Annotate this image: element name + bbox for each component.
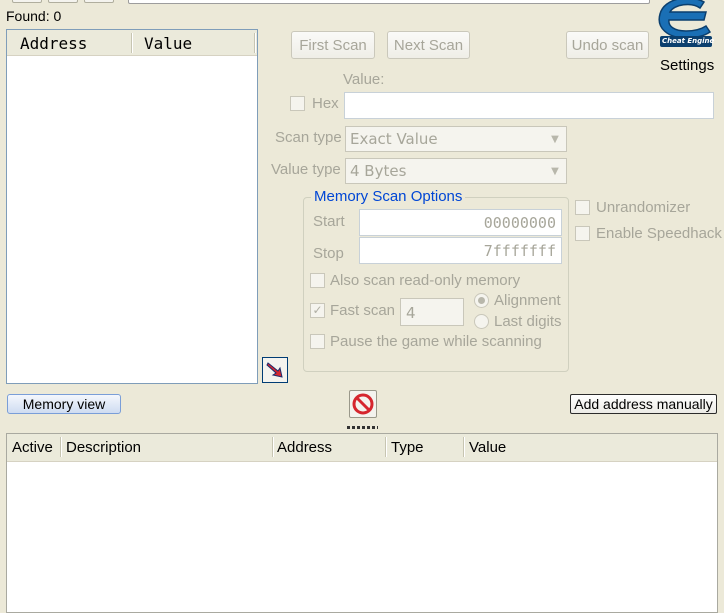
stop-address-input[interactable]: 7fffffff	[359, 237, 562, 264]
scan-readonly-checkbox[interactable]	[310, 273, 325, 288]
splitter-grip[interactable]	[347, 426, 378, 429]
cheat-engine-logo[interactable]: Cheat Engine	[652, 0, 718, 50]
pause-game-checkbox[interactable]	[310, 334, 325, 349]
hex-checkbox[interactable]	[290, 96, 305, 111]
cheat-table-header: Active Description Address Type Value	[7, 434, 717, 462]
alignment-radio[interactable]	[474, 293, 489, 308]
toolbar-open-button[interactable]	[12, 0, 42, 3]
chevron-down-icon: ▼	[551, 165, 559, 177]
found-count: Found: 0	[6, 8, 62, 24]
stop-address-value: 7fffffff	[483, 242, 556, 260]
fast-scan-label: Fast scan	[330, 302, 396, 319]
chevron-down-icon: ▼	[551, 133, 559, 145]
cheat-table-list[interactable]: Active Description Address Type Value	[6, 433, 718, 613]
start-address-value: 00000000	[483, 214, 556, 232]
arrow-down-right-icon	[266, 362, 283, 378]
no-entry-icon	[352, 393, 374, 415]
fast-scan-alignment-input[interactable]: 4	[400, 298, 464, 326]
unrandomizer-checkbox[interactable]	[575, 200, 590, 215]
column-header-active[interactable]: Active	[12, 439, 53, 456]
clear-list-button[interactable]	[349, 390, 377, 418]
value-input[interactable]	[344, 92, 714, 119]
column-header-value[interactable]: Value	[144, 34, 192, 53]
value-label: Value:	[343, 71, 385, 88]
add-address-manually-button[interactable]: Add address manually	[570, 394, 717, 414]
last-digits-radio[interactable]	[474, 314, 489, 329]
found-address-list[interactable]: Address Value	[6, 29, 258, 384]
start-address-input[interactable]: 00000000	[359, 209, 562, 236]
value-type-select[interactable]: 4 Bytes ▼	[345, 158, 567, 184]
fast-scan-checkbox[interactable]: ✓	[310, 303, 325, 318]
add-to-list-button[interactable]	[262, 357, 288, 383]
column-header-address[interactable]: Address	[277, 439, 332, 456]
enable-speedhack-label: Enable Speedhack	[596, 225, 722, 242]
column-header-description[interactable]: Description	[66, 439, 141, 456]
memory-view-button[interactable]: Memory view	[7, 394, 121, 414]
unrandomizer-label: Unrandomizer	[596, 199, 691, 216]
found-list-header: Address Value	[7, 30, 257, 56]
value-type-label: Value type	[271, 161, 341, 178]
enable-speedhack-checkbox[interactable]	[575, 226, 590, 241]
scan-type-select[interactable]: Exact Value ▼	[345, 126, 567, 152]
scan-readonly-label: Also scan read-only memory	[330, 272, 521, 289]
next-scan-button[interactable]: Next Scan	[387, 31, 470, 59]
alignment-label: Alignment	[494, 292, 561, 309]
scan-progress-bar	[128, 0, 650, 4]
pause-game-label: Pause the game while scanning	[330, 333, 542, 350]
fast-scan-alignment-value: 4	[406, 304, 416, 322]
column-header-value[interactable]: Value	[469, 439, 506, 456]
memory-scan-options-title: Memory Scan Options	[311, 188, 466, 205]
toolbar-save-button[interactable]	[48, 0, 78, 3]
logo-text: Cheat Engine	[662, 37, 715, 45]
scan-type-value: Exact Value	[350, 130, 438, 148]
stop-label: Stop	[313, 245, 344, 262]
value-type-value: 4 Bytes	[350, 162, 407, 180]
settings-link[interactable]: Settings	[660, 57, 714, 74]
start-label: Start	[313, 213, 345, 230]
undo-scan-button[interactable]: Undo scan	[566, 31, 649, 59]
scan-type-label: Scan type	[275, 129, 342, 146]
column-header-type[interactable]: Type	[391, 439, 424, 456]
toolbar-process-button[interactable]	[84, 0, 114, 3]
first-scan-button[interactable]: First Scan	[291, 31, 375, 59]
hex-label: Hex	[312, 95, 339, 112]
last-digits-label: Last digits	[494, 313, 562, 330]
column-header-address[interactable]: Address	[20, 34, 87, 53]
